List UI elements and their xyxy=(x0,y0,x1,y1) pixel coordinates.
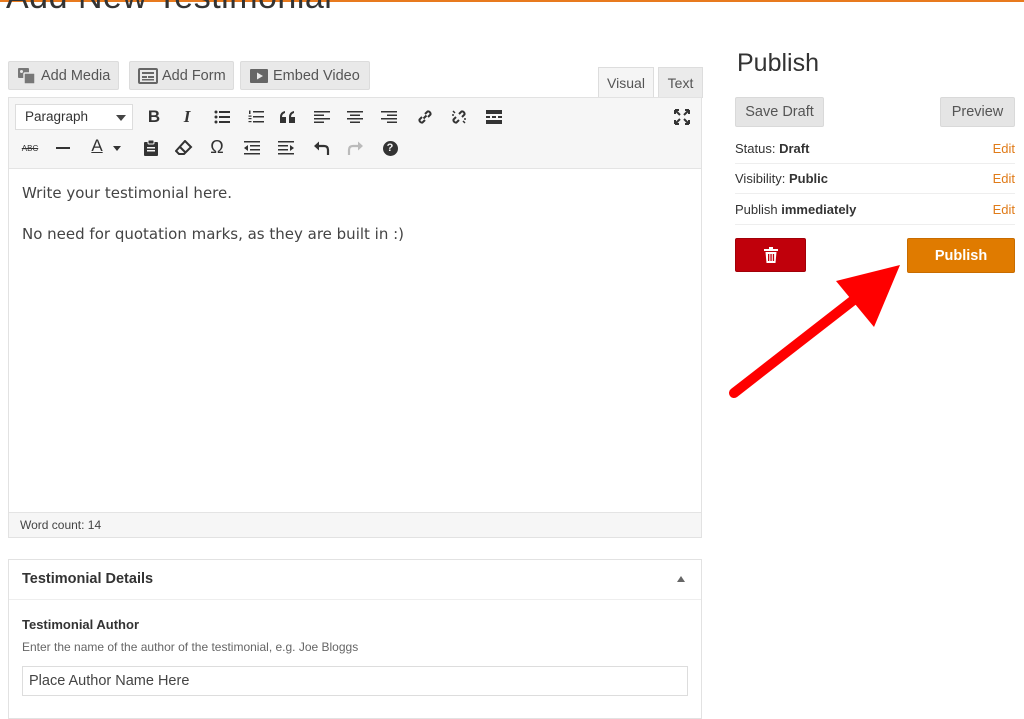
visibility-row: Visibility: Public Edit xyxy=(735,164,1015,194)
add-media-label: Add Media xyxy=(41,67,111,84)
horizontal-line-icon[interactable] xyxy=(52,137,74,159)
schedule-edit-link[interactable]: Edit xyxy=(993,195,1015,225)
word-count: Word count: 14 xyxy=(9,512,701,537)
annotation-arrow-icon xyxy=(729,265,900,398)
form-icon xyxy=(138,67,158,84)
numbered-list-icon[interactable] xyxy=(245,106,267,128)
video-icon xyxy=(250,68,268,83)
blockquote-icon[interactable] xyxy=(277,106,299,128)
schedule-value: immediately xyxy=(781,202,857,217)
status-edit-link[interactable]: Edit xyxy=(993,134,1015,164)
collapse-arrow-icon[interactable] xyxy=(677,576,685,582)
schedule-label: Publish xyxy=(735,202,782,217)
clear-formatting-icon[interactable] xyxy=(173,137,195,159)
publish-panel-title: Publish xyxy=(737,49,819,77)
special-character-icon[interactable]: Ω xyxy=(206,136,228,158)
strikethrough-icon[interactable]: ABC xyxy=(19,137,41,159)
author-label: Testimonial Author xyxy=(22,617,139,632)
help-glyph: ? xyxy=(382,140,398,156)
read-more-icon[interactable] xyxy=(483,106,505,128)
testimonial-details-box: Testimonial Details Testimonial Author E… xyxy=(8,559,702,719)
preview-button[interactable]: Preview xyxy=(940,97,1015,127)
bold-icon[interactable]: B xyxy=(143,106,165,128)
italic-icon[interactable]: I xyxy=(176,106,198,128)
testimonial-details-title: Testimonial Details xyxy=(22,571,154,587)
text-color-icon[interactable]: A xyxy=(86,135,108,157)
text-color-dropdown-icon[interactable] xyxy=(106,137,128,159)
align-left-icon[interactable] xyxy=(311,106,333,128)
content-editor: Paragraph B I ABC A Ω ? Write your testi… xyxy=(8,97,702,538)
undo-icon[interactable] xyxy=(311,137,333,159)
fullscreen-icon[interactable] xyxy=(671,106,693,128)
link-icon[interactable] xyxy=(414,106,436,128)
chevron-down-icon xyxy=(116,115,126,121)
redo-icon[interactable] xyxy=(344,137,366,159)
author-description: Enter the name of the author of the test… xyxy=(22,640,359,654)
visibility-edit-link[interactable]: Edit xyxy=(993,164,1015,194)
format-select-value: Paragraph xyxy=(25,109,89,124)
schedule-row: Publish immediately Edit xyxy=(735,195,1015,225)
status-row: Status: Draft Edit xyxy=(735,134,1015,164)
save-draft-button[interactable]: Save Draft xyxy=(735,97,824,127)
page-title: Add New Testimonial xyxy=(6,0,332,17)
media-icon xyxy=(18,67,36,85)
add-form-label: Add Form xyxy=(162,67,226,84)
editor-toolbar: Paragraph B I ABC A Ω ? xyxy=(9,98,701,169)
embed-video-label: Embed Video xyxy=(273,67,360,84)
status-label: Status: xyxy=(735,141,780,156)
align-right-icon[interactable] xyxy=(378,106,400,128)
editor-content[interactable]: Write your testimonial here. No need for… xyxy=(22,184,404,266)
visibility-label: Visibility: xyxy=(735,171,789,186)
format-select[interactable]: Paragraph xyxy=(15,104,133,130)
add-form-button[interactable]: Add Form xyxy=(129,61,234,90)
add-media-button[interactable]: Add Media xyxy=(8,61,119,90)
content-line-2: No need for quotation marks, as they are… xyxy=(22,225,405,243)
align-center-icon[interactable] xyxy=(344,106,366,128)
content-line-1: Write your testimonial here. xyxy=(22,184,232,202)
status-value: Draft xyxy=(779,141,810,156)
tab-visual[interactable]: Visual xyxy=(598,67,654,98)
author-input[interactable]: Place Author Name Here xyxy=(22,666,688,696)
paste-text-icon[interactable] xyxy=(140,137,162,159)
unlink-icon[interactable] xyxy=(448,106,470,128)
visibility-value: Public xyxy=(788,171,828,186)
testimonial-details-header[interactable]: Testimonial Details xyxy=(9,560,701,600)
indent-icon[interactable] xyxy=(275,137,297,159)
outdent-icon[interactable] xyxy=(241,137,263,159)
publish-button[interactable]: Publish xyxy=(907,238,1015,273)
bullet-list-icon[interactable] xyxy=(211,106,233,128)
help-icon[interactable]: ? xyxy=(379,137,401,159)
tab-text[interactable]: Text xyxy=(658,67,703,98)
embed-video-button[interactable]: Embed Video xyxy=(240,61,370,90)
